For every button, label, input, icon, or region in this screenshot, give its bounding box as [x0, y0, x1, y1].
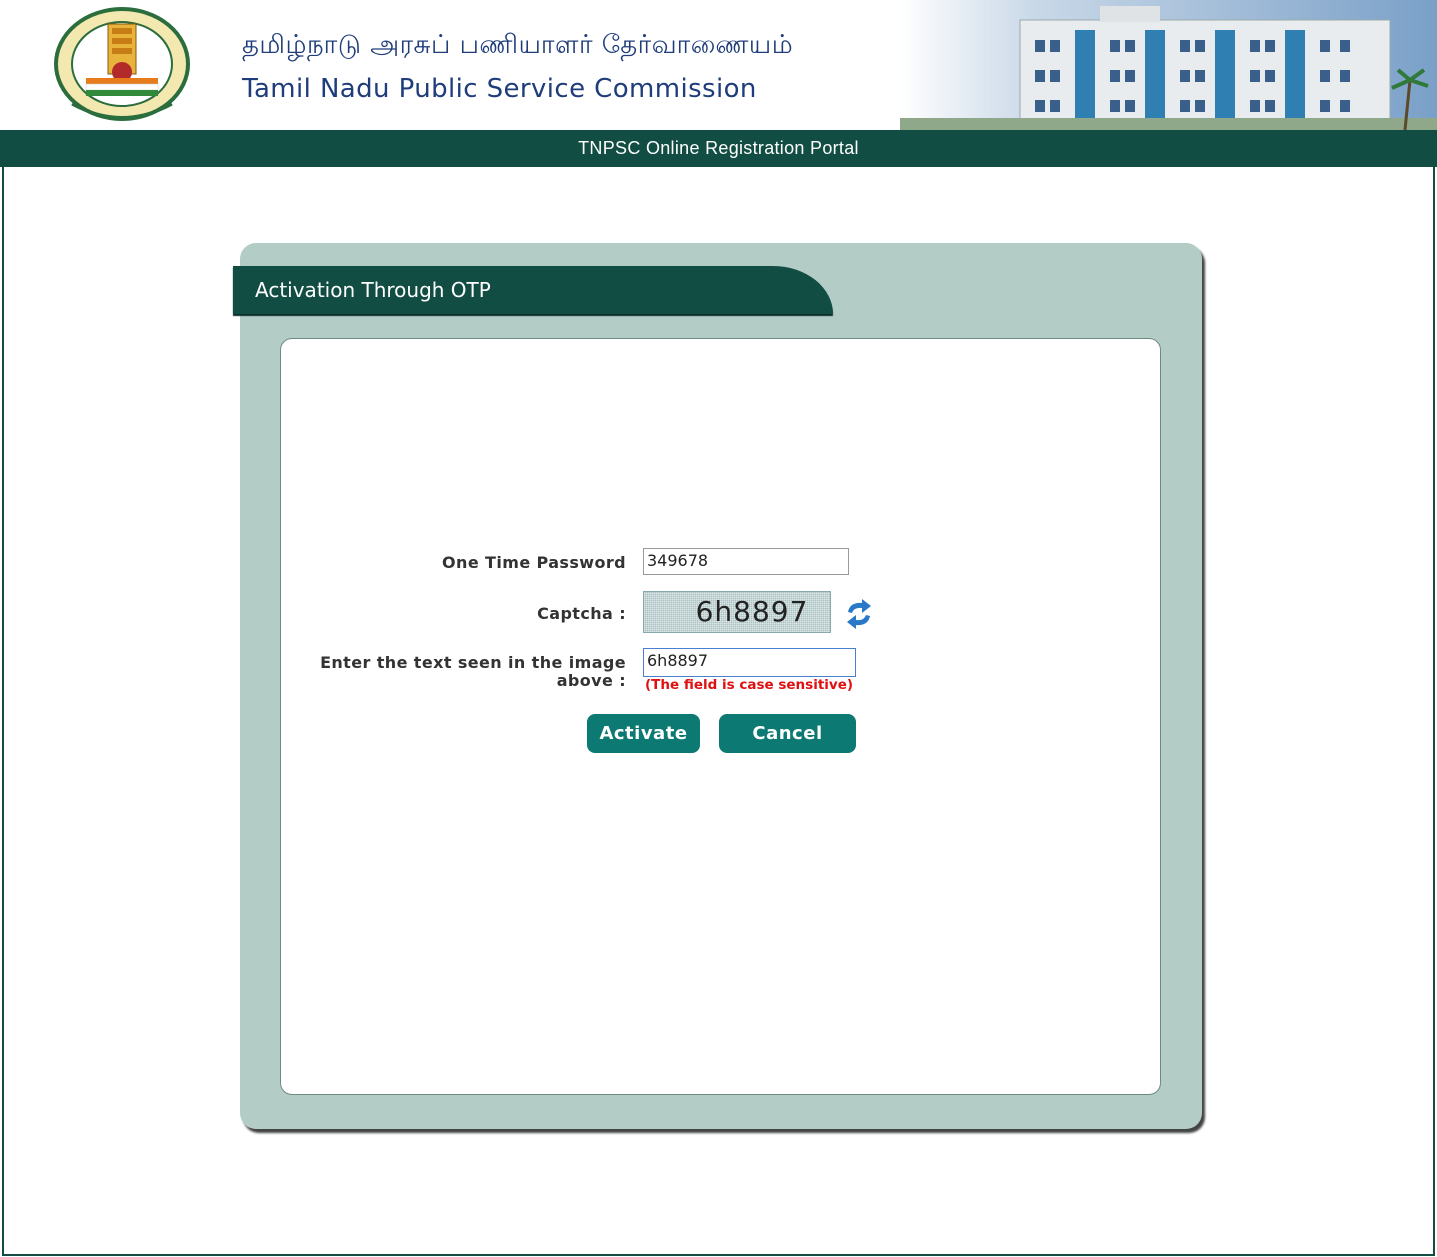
otp-input[interactable]: 349678	[643, 548, 849, 575]
refresh-icon[interactable]	[842, 596, 876, 632]
captcha-input[interactable]: 6h8897	[643, 648, 856, 677]
captcha-input-label-line1: Enter the text seen in the image	[320, 653, 626, 672]
otp-label: One Time Password	[442, 553, 626, 572]
captcha-input-label-line2: above :	[556, 671, 626, 690]
site-header: தமிழ்நாடு அரசுப் பணியாளர் தேர்வாணையம் Ta…	[0, 0, 1437, 130]
header-title-english: Tamil Nadu Public Service Commission	[242, 74, 757, 104]
tamil-nadu-emblem-icon	[54, 7, 190, 121]
activate-button[interactable]: Activate	[587, 714, 700, 753]
portal-title-bar: TNPSC Online Registration Portal	[0, 130, 1437, 167]
case-sensitive-hint: (The field is case sensitive)	[645, 677, 854, 693]
cancel-button[interactable]: Cancel	[719, 714, 856, 753]
captcha-label: Captcha :	[537, 604, 626, 623]
panel-title: Activation Through OTP	[233, 266, 833, 314]
header-title-tamil: தமிழ்நாடு அரசுப் பணியாளர் தேர்வாணையம்	[242, 30, 794, 60]
commission-building-image	[900, 0, 1437, 130]
captcha-image: 6h8897	[643, 591, 831, 633]
